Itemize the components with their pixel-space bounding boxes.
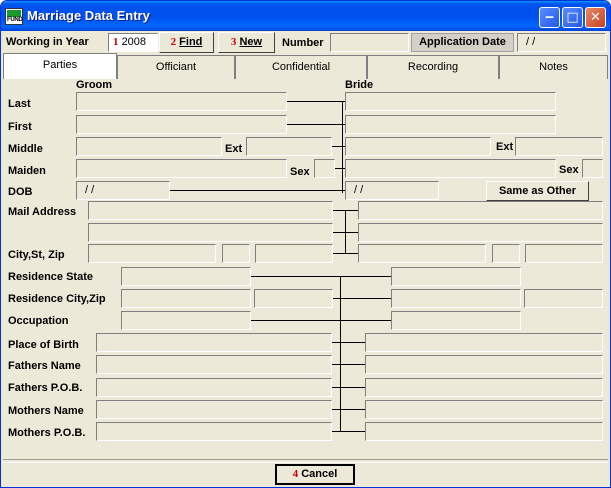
groom-zip-field[interactable] [255, 244, 333, 263]
mothers-name-label: Mothers Name [8, 405, 84, 417]
bride-mail-address-2[interactable] [358, 223, 603, 242]
groom-mothers-name-field[interactable] [96, 400, 332, 419]
number-field[interactable] [330, 33, 409, 52]
fathers-pob-label: Fathers P.O.B. [8, 382, 83, 394]
bride-state-field[interactable] [492, 244, 520, 263]
find-button[interactable]: 2 Find [159, 32, 214, 53]
shortcut-2-marker: 2 [170, 36, 177, 48]
groom-residence-city-field[interactable] [121, 289, 251, 308]
minimize-button[interactable]: ‒ [539, 7, 560, 28]
fathers-name-label: Fathers Name [8, 360, 81, 372]
bride-residence-state-field[interactable] [391, 267, 521, 286]
first-label: First [8, 121, 32, 133]
bride-first-field[interactable] [345, 115, 556, 134]
shortcut-4-marker: 4 [292, 468, 299, 480]
bride-city-field[interactable] [358, 244, 486, 263]
maiden-label: Maiden [8, 165, 46, 177]
last-label: Last [8, 98, 31, 110]
new-button[interactable]: 3 New [218, 32, 275, 53]
application-date-label: Application Date [411, 33, 514, 52]
groom-header: Groom [76, 79, 113, 91]
cancel-button-label: Cancel [301, 468, 338, 480]
groom-residence-state-field[interactable] [121, 267, 251, 286]
close-button[interactable]: ✕ [585, 7, 606, 28]
find-button-label: Find [179, 36, 203, 48]
bride-residence-zip-field[interactable] [524, 289, 603, 308]
bride-fathers-name-field[interactable] [365, 355, 603, 374]
bride-header: Bride [345, 79, 374, 91]
groom-state-field[interactable] [222, 244, 250, 263]
groom-last-field[interactable] [76, 92, 287, 111]
bride-place-of-birth-field[interactable] [365, 333, 603, 352]
window-title: Marriage Data Entry [27, 8, 150, 23]
groom-sex-field[interactable] [314, 159, 335, 178]
occupation-label: Occupation [8, 315, 69, 327]
working-year-value: 2008 [121, 36, 147, 48]
tab-recording[interactable]: Recording [367, 55, 499, 79]
bride-middle-field[interactable] [345, 137, 491, 156]
bride-occupation-field[interactable] [391, 311, 521, 330]
working-in-year-label: Working in Year [6, 36, 89, 48]
groom-mothers-pob-field[interactable] [96, 422, 332, 441]
groom-city-field[interactable] [88, 244, 216, 263]
title-bar: FUND Marriage Data Entry ‒ □ ✕ [1, 1, 610, 31]
groom-occupation-field[interactable] [121, 311, 251, 330]
maximize-button[interactable]: □ [562, 7, 583, 28]
bride-sex-label: Sex [559, 164, 579, 176]
dob-label: DOB [8, 186, 33, 198]
bride-mail-address-1[interactable] [358, 201, 603, 220]
groom-dob-field[interactable]: / / [76, 181, 170, 200]
bride-maiden-field[interactable] [345, 159, 556, 178]
bride-sex-field[interactable] [582, 159, 603, 178]
number-label: Number [282, 37, 324, 49]
new-button-label: New [239, 36, 263, 48]
groom-sex-label: Sex [290, 166, 310, 178]
bride-mothers-pob-field[interactable] [365, 422, 603, 441]
same-as-other-button[interactable]: Same as Other [486, 181, 589, 201]
groom-maiden-field[interactable] [76, 159, 287, 178]
marriage-data-entry-window: FUND Marriage Data Entry ‒ □ ✕ Working i… [0, 0, 611, 488]
place-of-birth-label: Place of Birth [8, 339, 79, 351]
working-year-field[interactable]: 1 2008 [108, 33, 158, 52]
application-date-field[interactable]: / / [517, 33, 606, 52]
maximize-icon: □ [566, 10, 579, 25]
tab-confidential[interactable]: Confidential [235, 55, 367, 79]
middle-label: Middle [8, 143, 43, 155]
bride-zip-field[interactable] [525, 244, 603, 263]
groom-first-field[interactable] [76, 115, 287, 134]
residence-state-label: Residence State [8, 271, 93, 283]
close-icon: ✕ [590, 10, 601, 25]
groom-middle-field[interactable] [76, 137, 222, 156]
groom-mail-address-1[interactable] [88, 201, 333, 220]
residence-city-zip-label: Residence City,Zip [8, 293, 106, 305]
groom-residence-zip-field[interactable] [254, 289, 333, 308]
bride-mothers-name-field[interactable] [365, 400, 603, 419]
cancel-button[interactable]: 4 Cancel [275, 464, 355, 485]
groom-fathers-name-field[interactable] [96, 355, 332, 374]
tab-parties[interactable]: Parties [3, 53, 117, 79]
minimize-icon: ‒ [544, 10, 555, 25]
groom-ext-label: Ext [225, 143, 243, 155]
shortcut-3-marker: 3 [230, 36, 237, 48]
groom-fathers-pob-field[interactable] [96, 378, 332, 397]
mothers-pob-label: Mothers P.O.B. [8, 427, 86, 439]
bride-fathers-pob-field[interactable] [365, 378, 603, 397]
groom-mail-address-2[interactable] [88, 223, 333, 242]
app-fund-icon: FUND [5, 8, 23, 25]
city-st-zip-label: City,St, Zip [8, 249, 65, 261]
tab-notes[interactable]: Notes [499, 55, 608, 79]
bride-residence-city-field[interactable] [391, 289, 521, 308]
tab-officiant[interactable]: Officiant [117, 55, 235, 79]
mail-address-label: Mail Address [8, 206, 77, 218]
groom-place-of-birth-field[interactable] [96, 333, 332, 352]
groom-ext-field[interactable] [246, 137, 332, 156]
bride-ext-field[interactable] [515, 137, 603, 156]
bride-ext-label: Ext [496, 141, 514, 153]
bride-last-field[interactable] [345, 92, 556, 111]
bride-dob-field[interactable]: / / [345, 181, 439, 200]
shortcut-1-marker: 1 [113, 36, 119, 48]
footer-separator [3, 459, 608, 463]
